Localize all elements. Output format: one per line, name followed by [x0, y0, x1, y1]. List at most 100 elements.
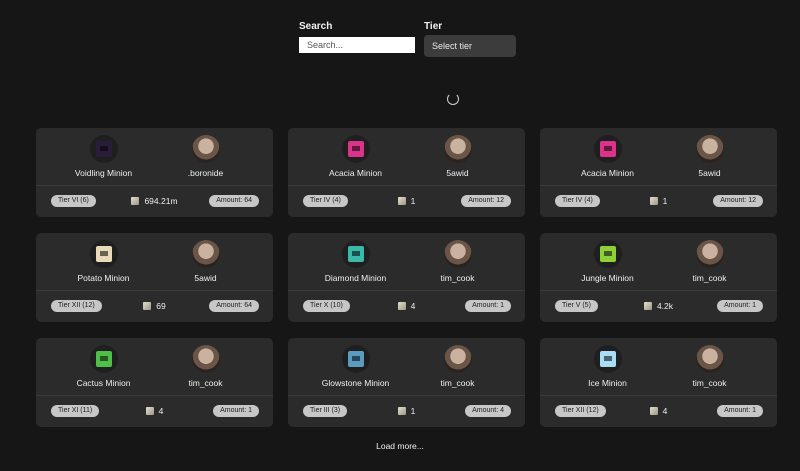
seller-name[interactable]: 5awid [446, 168, 468, 178]
seller-avatar[interactable] [695, 240, 724, 268]
minion: Cactus Minion [59, 338, 149, 396]
seller-name[interactable]: tim_cook [440, 273, 474, 283]
minion: Potato Minion [59, 233, 149, 291]
seller: tim_cook [413, 233, 503, 291]
card-footer: Tier VI (6) 694.21m Amount: 64 [36, 186, 273, 217]
coin-icon [143, 302, 152, 310]
price-value: 4 [662, 406, 668, 416]
seller-name[interactable]: tim_cook [692, 273, 726, 283]
listing-card[interactable]: Cactus Minion tim_cook Tier XI (11) 4 Am… [36, 338, 273, 427]
seller: tim_cook [665, 233, 755, 291]
seller-avatar[interactable] [191, 345, 220, 373]
card-header: Voidling Minion .boronide [36, 128, 273, 186]
minion-name: Potato Minion [77, 273, 130, 283]
minion-grid: Voidling Minion .boronide Tier VI (6) 69… [36, 128, 777, 427]
seller: 5awid [161, 233, 251, 291]
minion-cube-icon [599, 246, 616, 262]
coin-icon [397, 302, 406, 310]
amount-badge: Amount: 1 [465, 300, 511, 312]
seller-avatar[interactable] [695, 135, 724, 163]
listing-card[interactable]: Diamond Minion tim_cook Tier X (10) 4 Am… [288, 233, 525, 322]
seller: tim_cook [665, 338, 755, 396]
card-footer: Tier XII (12) 69 Amount: 64 [36, 291, 273, 322]
minion-icon [89, 345, 118, 373]
minion: Acacia Minion [311, 128, 401, 186]
minion-name: Diamond Minion [324, 273, 387, 283]
price-value: 4.2k [656, 301, 674, 311]
tier-select[interactable]: Select tier [424, 35, 516, 57]
card-header: Diamond Minion tim_cook [288, 233, 525, 291]
minion-name: Acacia Minion [329, 168, 382, 178]
seller-name[interactable]: .boronide [188, 168, 223, 178]
seller-name[interactable]: 5awid [194, 273, 216, 283]
seller-name[interactable]: tim_cook [692, 378, 726, 388]
minion-name: Glowstone Minion [321, 378, 390, 388]
card-footer: Tier IV (4) 1 Amount: 12 [288, 186, 525, 217]
seller: .boronide [161, 128, 251, 186]
listing-card[interactable]: Potato Minion 5awid Tier XII (12) 69 Amo… [36, 233, 273, 322]
listing-card[interactable]: Glowstone Minion tim_cook Tier III (3) 1… [288, 338, 525, 427]
search-input[interactable] [299, 37, 415, 53]
card-footer: Tier X (10) 4 Amount: 1 [288, 291, 525, 322]
price-value: 4 [410, 301, 416, 311]
minion-name: Acacia Minion [581, 168, 634, 178]
listing-card[interactable]: Acacia Minion 5awid Tier IV (4) 1 Amount… [540, 128, 777, 217]
seller-avatar[interactable] [695, 345, 724, 373]
amount-badge: Amount: 12 [461, 195, 511, 207]
seller-avatar[interactable] [443, 135, 472, 163]
card-header: Ice Minion tim_cook [540, 338, 777, 396]
seller: 5awid [665, 128, 755, 186]
card-footer: Tier IV (4) 1 Amount: 12 [540, 186, 777, 217]
amount-badge: Amount: 64 [209, 195, 259, 207]
minion-cube-icon [95, 351, 112, 367]
minion-icon [341, 345, 370, 373]
listing-card[interactable]: Acacia Minion 5awid Tier IV (4) 1 Amount… [288, 128, 525, 217]
amount-badge: Amount: 4 [465, 405, 511, 417]
loading-spinner-icon [447, 93, 459, 105]
price-value: 4 [158, 406, 164, 416]
listing-card[interactable]: Voidling Minion .boronide Tier VI (6) 69… [36, 128, 273, 217]
minion: Acacia Minion [563, 128, 653, 186]
seller-name[interactable]: tim_cook [440, 378, 474, 388]
listing-card[interactable]: Jungle Minion tim_cook Tier V (5) 4.2k A… [540, 233, 777, 322]
listing-card[interactable]: Ice Minion tim_cook Tier XII (12) 4 Amou… [540, 338, 777, 427]
tier-filter: Tier Select tier [424, 21, 516, 57]
card-header: Jungle Minion tim_cook [540, 233, 777, 291]
amount-badge: Amount: 12 [713, 195, 763, 207]
price-value: 69 [156, 301, 166, 311]
card-header: Acacia Minion 5awid [288, 128, 525, 186]
price-value: 1 [410, 406, 416, 416]
search-filter: Search [299, 21, 415, 53]
seller-avatar[interactable] [443, 345, 472, 373]
load-more-button[interactable]: Load more... [0, 441, 800, 451]
minion: Voidling Minion [59, 128, 149, 186]
seller-name[interactable]: 5awid [698, 168, 720, 178]
minion: Jungle Minion [563, 233, 653, 291]
card-header: Glowstone Minion tim_cook [288, 338, 525, 396]
search-label: Search [299, 21, 333, 32]
minion-icon [593, 240, 622, 268]
page: Search Tier Select tier Voidling Minion … [0, 0, 800, 471]
seller: tim_cook [413, 338, 503, 396]
minion: Diamond Minion [311, 233, 401, 291]
card-footer: Tier III (3) 1 Amount: 4 [288, 396, 525, 427]
minion-cube-icon [347, 141, 364, 157]
seller-avatar[interactable] [191, 135, 220, 163]
minion-cube-icon [347, 246, 364, 262]
seller-name[interactable]: tim_cook [188, 378, 222, 388]
minion-cube-icon [95, 141, 112, 157]
minion-name: Cactus Minion [76, 378, 131, 388]
price-value: 694.21m [144, 196, 178, 206]
card-footer: Tier V (5) 4.2k Amount: 1 [540, 291, 777, 322]
amount-badge: Amount: 64 [209, 300, 259, 312]
coin-icon [397, 407, 406, 415]
seller: 5awid [413, 128, 503, 186]
seller-avatar[interactable] [191, 240, 220, 268]
coin-icon [145, 407, 154, 415]
amount-badge: Amount: 1 [717, 405, 763, 417]
minion: Ice Minion [563, 338, 653, 396]
minion: Glowstone Minion [311, 338, 401, 396]
minion-cube-icon [599, 351, 616, 367]
seller-avatar[interactable] [443, 240, 472, 268]
card-header: Potato Minion 5awid [36, 233, 273, 291]
